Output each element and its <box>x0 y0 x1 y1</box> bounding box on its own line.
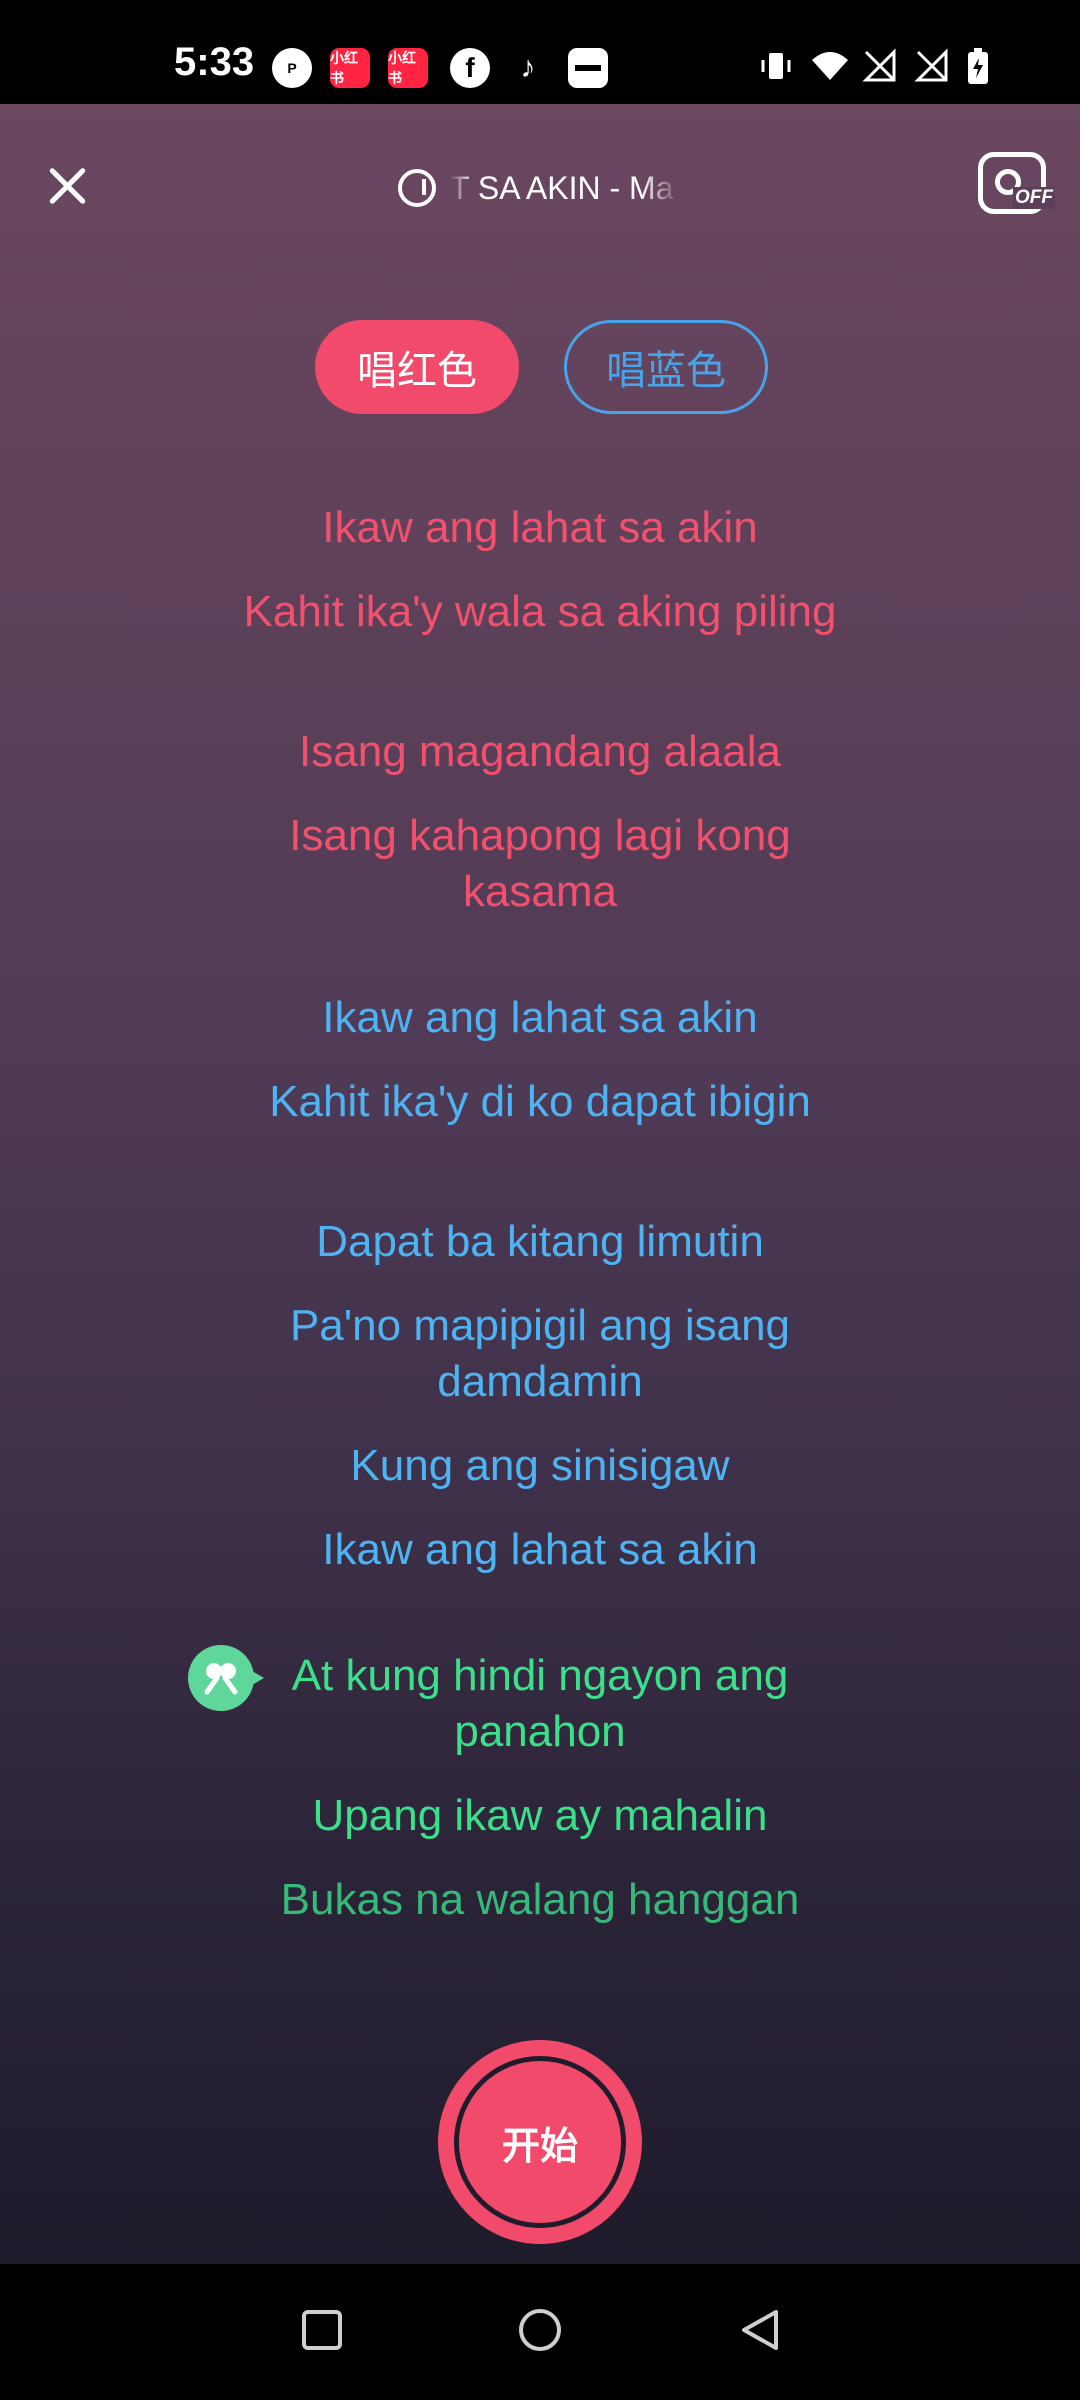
lyric-line-red: Kahit ika'y wala sa aking piling <box>243 587 837 636</box>
lyric-line-green: Bukas na walang hanggan <box>280 1875 800 1924</box>
xhs-label: 小红书 <box>388 50 416 86</box>
karaoke-screen: T SA AKIN - Ma OFF 唱红色 唱蓝色 Ikaw ang laha… <box>0 104 1080 2264</box>
status-bar: 5:33 P 小红书 小红书 f ♪ <box>0 0 1080 104</box>
signal-icon <box>914 48 950 84</box>
xiaohongshu-icon: 小红书 <box>330 48 370 88</box>
vibrate-icon <box>758 48 794 84</box>
start-button-label: 开始 <box>454 2056 626 2228</box>
lyric-line-blue: Dapat ba kitang limutin <box>316 1217 764 1266</box>
start-button[interactable]: 开始 <box>438 2040 642 2244</box>
p-icon: P <box>272 48 312 88</box>
lyric-line-blue: Kahit ika'y di ko dapat ibigin <box>269 1077 811 1126</box>
lyric-line-red: Isang kahapong lagi kong kasama <box>289 811 791 916</box>
tiktok-icon: ♪ <box>508 48 548 88</box>
home-icon[interactable] <box>516 2306 564 2354</box>
song-title: T SA AKIN - Ma <box>450 169 674 206</box>
navigation-bar <box>0 2264 1080 2400</box>
lyric-line-green: Upang ikaw ay mahalin <box>312 1791 768 1840</box>
lyric-line-red: Isang magandang alaala <box>299 727 781 776</box>
song-title-bar[interactable]: T SA AKIN - Ma <box>398 162 680 214</box>
sing-blue-button[interactable]: 唱蓝色 <box>564 320 768 414</box>
lyric-line-blue: Ikaw ang lahat sa akin <box>322 993 758 1042</box>
lyric-line-blue: Pa'no mapipigil ang isang damdamin <box>289 1301 791 1406</box>
lyric-line-blue: Kung ang sinisigaw <box>350 1441 730 1490</box>
xiaohongshu-icon: 小红书 <box>388 48 428 88</box>
lyric-line-green: At kung hindi ngayon ang panahon <box>291 1651 789 1756</box>
music-note-icon <box>398 169 436 207</box>
signal-icon <box>862 48 898 84</box>
status-right-icons <box>758 46 1002 86</box>
lyric-line-blue: Ikaw ang lahat sa akin <box>322 1525 758 1574</box>
recents-icon[interactable] <box>298 2306 346 2354</box>
facebook-icon: f <box>450 48 490 88</box>
battery-charging-icon <box>966 48 1002 84</box>
wifi-icon <box>810 48 848 84</box>
camera-off-label: OFF <box>1013 187 1055 209</box>
close-icon[interactable] <box>44 162 92 210</box>
xhs-label: 小红书 <box>330 50 358 86</box>
back-icon[interactable] <box>736 2306 784 2354</box>
lyric-line-red: Ikaw ang lahat sa akin <box>322 503 758 552</box>
sing-red-button[interactable]: 唱红色 <box>315 320 519 414</box>
camera-off-icon[interactable]: OFF <box>978 152 1055 214</box>
status-time: 5:33 <box>174 40 255 84</box>
wallet-icon <box>568 48 608 88</box>
